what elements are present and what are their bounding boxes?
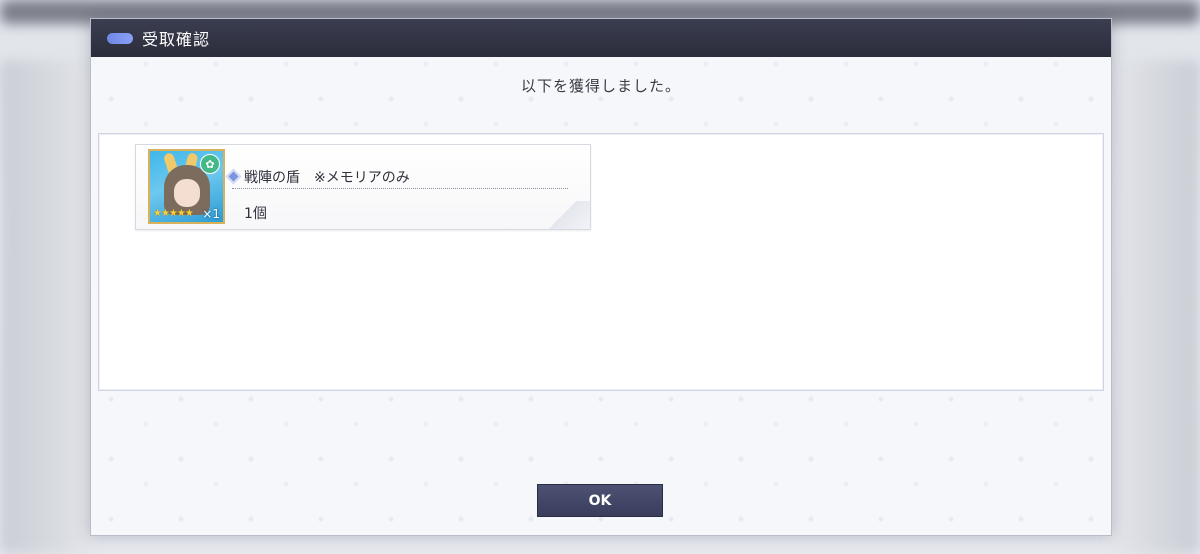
ok-button[interactable]: OK: [537, 484, 663, 517]
acquired-message: 以下を獲得しました。: [520, 77, 681, 95]
character-type-icon: ✿: [200, 154, 220, 174]
item-divider: [232, 188, 568, 189]
reward-item[interactable]: ✿ ★★★★★ ×1 戦陣の盾 ※メモリアのみ 1個: [135, 144, 591, 230]
background-left-panel: [0, 60, 95, 554]
item-quantity: 1個: [244, 206, 267, 222]
dialog-titlebar: 受取確認: [91, 19, 1111, 57]
thumbnail-multiplier: ×1: [202, 207, 220, 221]
rarity-stars: ★★★★★: [153, 208, 194, 219]
memoria-thumbnail[interactable]: ✿ ★★★★★ ×1: [148, 149, 225, 224]
dialog-title: 受取確認: [142, 30, 211, 49]
reward-list: ✿ ★★★★★ ×1 戦陣の盾 ※メモリアのみ 1個: [98, 133, 1104, 391]
item-name: 戦陣の盾 ※メモリアのみ: [244, 170, 410, 186]
receive-confirm-dialog: 受取確認 以下を獲得しました。 ✿ ★★★★★ ×1 戦陣の盾 ※メモリアのみ …: [90, 18, 1112, 536]
title-pill-icon: [107, 32, 133, 44]
character-face: [174, 179, 200, 207]
item-diamond-icon: [225, 168, 242, 185]
background-right-panel: [1112, 60, 1200, 554]
